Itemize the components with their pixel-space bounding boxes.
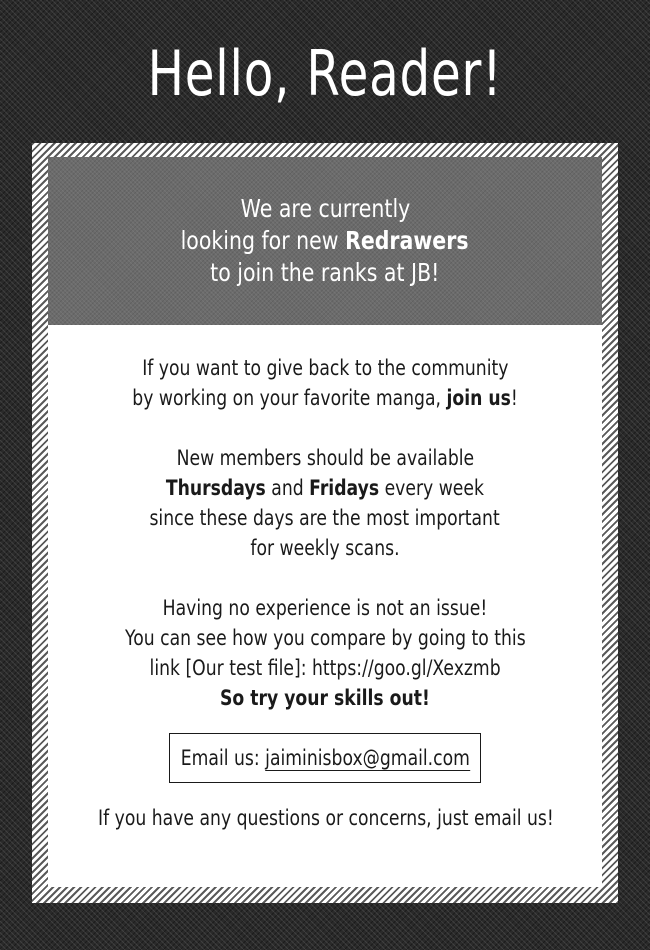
banner-line-2: looking for new Redrawers (181, 225, 469, 257)
banner-line-3: to join the ranks at JB! (210, 258, 440, 287)
intro-line-2-text: by working on your favorite manga, (132, 386, 447, 410)
availability-line-3: since these days are the most important (149, 506, 501, 530)
test-file-link[interactable]: link [Our test file]: https://goo.gl/Xex… (149, 653, 500, 683)
footer-text: If you have any questions or concerns, j… (48, 803, 602, 833)
email-line: Email us: jaiminisbox@gmail.com (180, 746, 470, 771)
banner-text: We are currently looking for new Redrawe… (149, 193, 500, 289)
email-label: Email us: (180, 746, 265, 770)
footer-line: If you have any questions or concerns, j… (98, 806, 554, 830)
recruitment-banner: We are currently looking for new Redrawe… (48, 157, 602, 325)
intro-paragraph: If you want to give back to the communit… (48, 353, 602, 413)
experience-line-4: So try your skills out! (220, 683, 430, 713)
availability-line-1: New members should be available (176, 446, 474, 470)
intro-line-1: If you want to give back to the communit… (141, 356, 509, 380)
banner-line-1: We are currently (240, 194, 410, 223)
page-title: Hello, Reader! (147, 37, 503, 110)
thursdays-highlight: Thursdays (165, 476, 266, 500)
experience-paragraph: Having no experience is not an issue! Yo… (48, 593, 602, 713)
availability-line-2: Thursdays and Fridays every week (166, 473, 484, 503)
experience-line-2: You can see how you compare by going to … (124, 626, 526, 650)
experience-line-1: Having no experience is not an issue! (162, 596, 488, 620)
availability-line-4: for weekly scans. (250, 536, 400, 560)
intro-line-2: by working on your favorite manga, join … (132, 383, 518, 413)
availability-line-2-suffix: every week (379, 476, 485, 500)
intro-line-2-suffix: ! (510, 386, 518, 410)
fridays-highlight: Fridays (309, 476, 380, 500)
banner-line-2-text: looking for new (181, 226, 346, 255)
try-skills-highlight: So try your skills out! (220, 686, 430, 710)
content-frame: We are currently looking for new Redrawe… (32, 143, 618, 903)
email-link[interactable]: jaiminisbox@gmail.com (264, 746, 470, 771)
banner-redrawers-highlight: Redrawers (345, 226, 469, 255)
email-box: Email us: jaiminisbox@gmail.com (169, 733, 481, 783)
join-us-highlight: join us (446, 386, 511, 410)
availability-paragraph: New members should be available Thursday… (48, 443, 602, 563)
availability-line-2-mid: and (265, 476, 310, 500)
content-panel: We are currently looking for new Redrawe… (48, 157, 602, 887)
